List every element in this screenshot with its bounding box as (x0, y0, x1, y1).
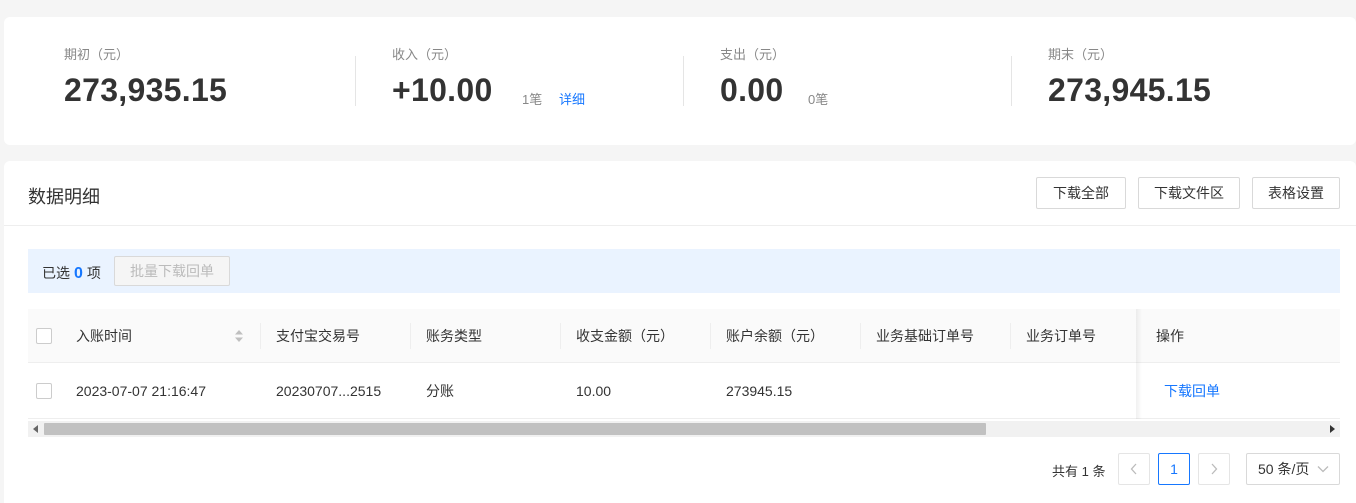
chevron-left-icon (1130, 463, 1137, 475)
stat-income-count: 1笔 (522, 92, 543, 107)
horizontal-scrollbar[interactable] (28, 421, 1340, 437)
download-all-button[interactable]: 下载全部 (1036, 177, 1126, 209)
column-header-amount: 收支金额（元） (576, 327, 674, 344)
column-header-balance: 账户余额（元） (726, 327, 824, 344)
column-header-type: 账务类型 (426, 327, 482, 344)
page-button-current[interactable]: 1 (1158, 453, 1190, 485)
column-separator (860, 323, 861, 349)
column-separator (1010, 323, 1011, 349)
column-separator (260, 323, 261, 349)
column-header-base-order: 业务基础订单号 (876, 327, 974, 344)
selection-summary: 已选 0 项 (42, 263, 101, 283)
chevron-down-icon (1317, 466, 1329, 473)
stat-income-label: 收入（元） (392, 47, 458, 62)
selection-bar: 已选 0 项 批量下载回单 (28, 249, 1340, 293)
column-header-order: 业务订单号 (1026, 327, 1096, 344)
download-files-button[interactable]: 下载文件区 (1138, 177, 1240, 209)
download-receipt-link[interactable]: 下载回单 (1164, 363, 1220, 418)
next-page-button[interactable] (1198, 453, 1230, 485)
chevron-right-icon (1211, 463, 1218, 475)
cell-amount: 10.00 (576, 382, 612, 399)
stat-divider (683, 56, 684, 106)
row-checkbox[interactable] (36, 383, 52, 399)
table-settings-button[interactable]: 表格设置 (1252, 177, 1340, 209)
summary-card: 期初（元） 273,935.15 收入（元） +10.00 1笔 详细 支出（元… (4, 17, 1356, 145)
stat-divider (355, 56, 356, 106)
stat-closing-label: 期末（元） (1048, 47, 1114, 62)
select-all-checkbox[interactable] (36, 328, 52, 344)
column-header-action: 操作 (1156, 327, 1184, 344)
page-size-select[interactable]: 50 条/页 (1246, 453, 1340, 485)
cell-type: 分账 (426, 382, 454, 399)
page-title: 数据明细 (28, 187, 100, 207)
prev-page-button[interactable] (1118, 453, 1150, 485)
column-separator (410, 323, 411, 349)
column-separator (560, 323, 561, 349)
scrollbar-thumb[interactable] (44, 423, 986, 435)
stat-divider (1011, 56, 1012, 106)
selection-prefix: 已选 (42, 265, 70, 281)
triangle-left-icon[interactable] (28, 421, 44, 437)
table-header: 入账时间 支付宝交易号 账务类型 收支金额（元） 账户余额（元） 业务基础订单号… (28, 309, 1340, 363)
cell-balance: 273945.15 (726, 382, 793, 399)
column-header-time[interactable]: 入账时间 (76, 309, 132, 362)
income-detail-link[interactable]: 详细 (559, 89, 585, 108)
detail-panel: 数据明细 下载全部 下载文件区 表格设置 已选 0 项 批量下载回单 入账时间 支付… (4, 161, 1356, 503)
stat-expense-label: 支出（元） (720, 47, 786, 62)
stat-expense-value: 0.00 (720, 72, 784, 108)
selection-count: 0 (74, 265, 83, 282)
stat-income-value: +10.00 (392, 72, 493, 108)
stat-expense-count: 0笔 (808, 92, 829, 107)
stat-closing-value: 273,945.15 (1048, 72, 1212, 108)
page-size-value: 50 条/页 (1258, 461, 1310, 477)
divider (4, 225, 1356, 226)
table-row: 2023-07-07 21:16:47 20230707...2515 分账 1… (28, 363, 1340, 419)
batch-download-button[interactable]: 批量下载回单 (114, 256, 230, 286)
cell-time: 2023-07-07 21:16:47 (76, 382, 206, 399)
pagination-total: 共有 1 条 (1052, 464, 1106, 479)
column-header-trade-no: 支付宝交易号 (276, 327, 360, 344)
column-separator (710, 323, 711, 349)
triangle-right-icon[interactable] (1324, 421, 1340, 437)
cell-trade-no: 20230707...2515 (276, 382, 382, 399)
selection-suffix: 项 (86, 265, 101, 281)
sort-icon[interactable] (234, 329, 244, 343)
stat-opening-value: 273,935.15 (64, 72, 228, 108)
stat-opening-label: 期初（元） (64, 47, 130, 62)
fixed-column-shadow (1136, 309, 1142, 419)
